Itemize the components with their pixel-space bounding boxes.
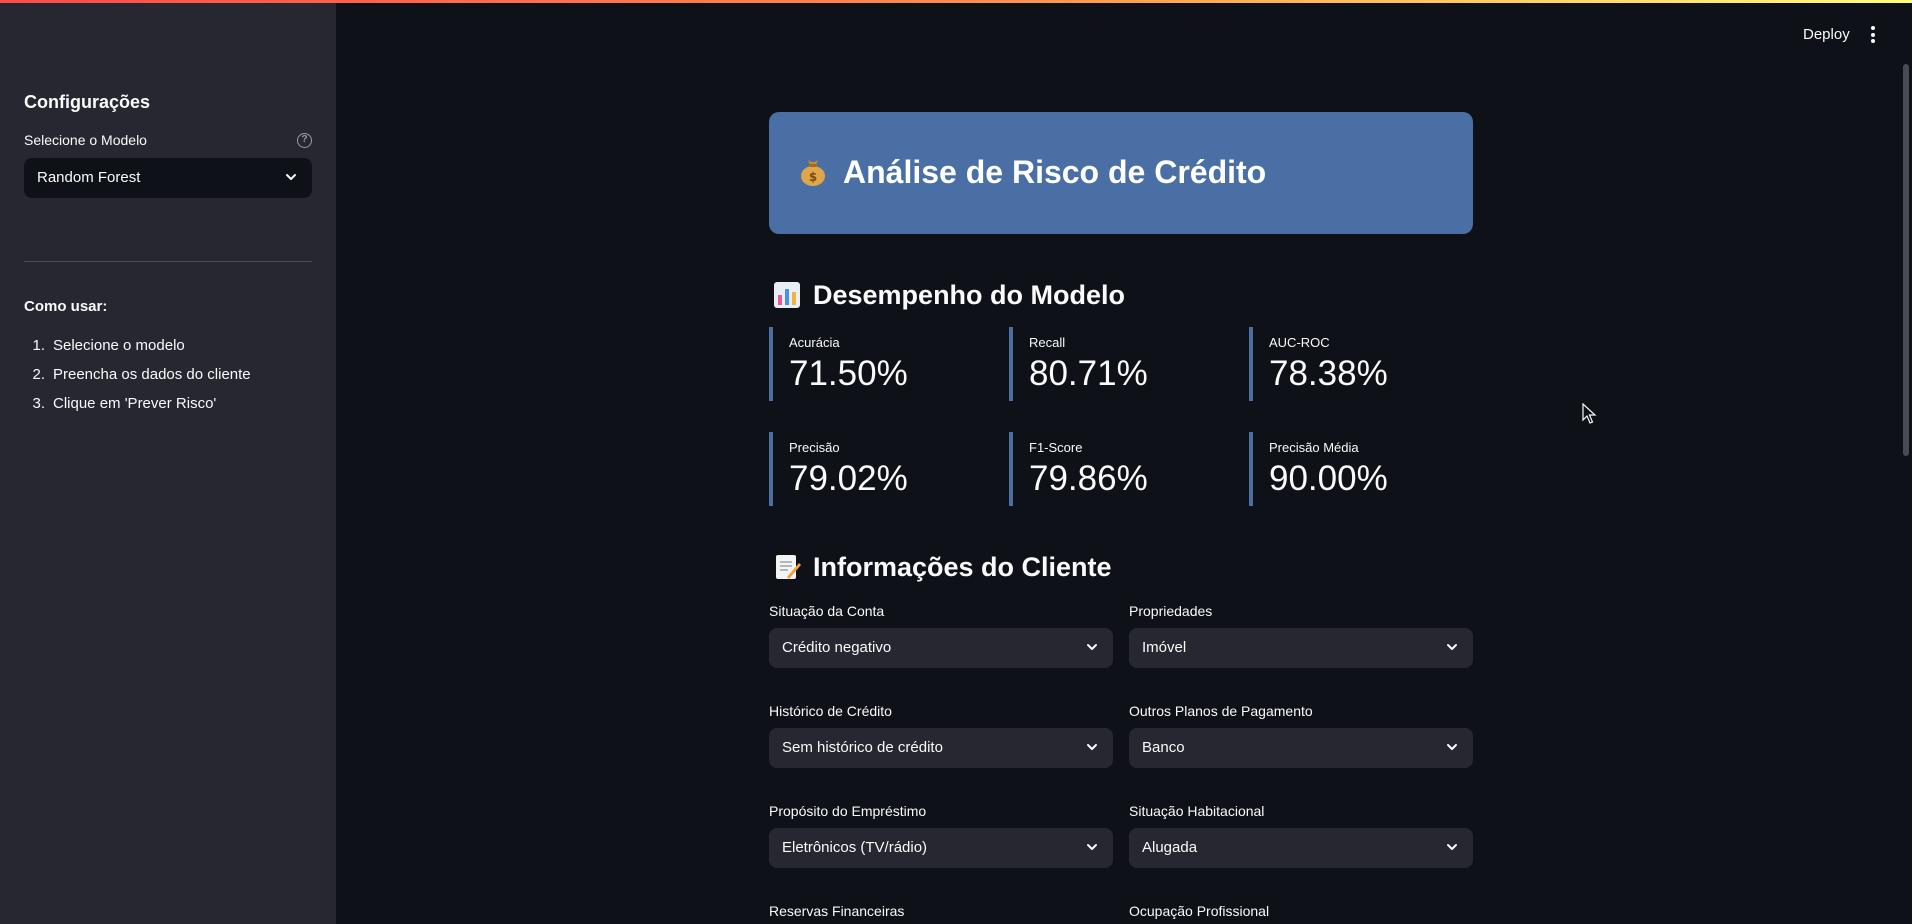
metric-precision: Precisão 79.02%	[769, 432, 989, 506]
sidebar: Configurações Selecione o Modelo ? Rando…	[0, 0, 336, 924]
metric-value: 80.71%	[1029, 354, 1148, 393]
metric-average-precision: Precisão Média 90.00%	[1249, 432, 1469, 506]
metric-label: Precisão	[789, 440, 840, 455]
metric-label: F1-Score	[1029, 440, 1083, 455]
memo-icon	[776, 555, 801, 579]
select-value: Sem histórico de crédito	[782, 739, 943, 756]
chevron-down-icon	[1087, 744, 1097, 750]
metric-value: 90.00%	[1269, 459, 1388, 498]
chevron-down-icon	[1087, 644, 1097, 650]
model-select-label: Selecione o Modelo	[24, 132, 147, 148]
chevron-down-icon	[1447, 844, 1457, 850]
select-value: Imóvel	[1142, 639, 1187, 656]
section-title: Informações do Cliente	[813, 551, 1112, 582]
step-number: 1.	[32, 337, 45, 354]
step-text: Clique em 'Prever Risco'	[53, 395, 217, 412]
chevron-down-icon	[1447, 744, 1457, 750]
select-value: Banco	[1142, 739, 1185, 756]
deploy-button[interactable]: Deploy	[1803, 26, 1850, 43]
loan-purpose-select[interactable]: Eletrônicos (TV/rádio)	[769, 828, 1113, 868]
credit-history-label: Histórico de Crédito	[769, 703, 892, 719]
metric-value: 78.38%	[1269, 354, 1388, 393]
metric-label: Precisão Média	[1269, 440, 1359, 455]
other-payment-plans-select[interactable]: Banco	[1129, 728, 1473, 768]
metric-value: 71.50%	[789, 354, 908, 393]
properties-label: Propriedades	[1129, 603, 1213, 619]
client-info-header: Informações do Cliente	[773, 550, 1112, 584]
page-title: Análise de Risco de Crédito	[843, 154, 1267, 190]
housing-select[interactable]: Alugada	[1129, 828, 1473, 868]
step-number: 3.	[32, 395, 45, 412]
metric-label: AUC-ROC	[1269, 335, 1330, 350]
account-status-select[interactable]: Crédito negativo	[769, 628, 1113, 668]
savings-label: Reservas Financeiras	[769, 903, 905, 919]
model-select-value: Random Forest	[37, 169, 141, 186]
main-menu-icon[interactable]	[1868, 26, 1878, 46]
howto-step: 2. Preencha os dados do cliente	[24, 366, 251, 395]
select-value: Eletrônicos (TV/rádio)	[782, 839, 928, 856]
select-value: Crédito negativo	[782, 639, 892, 656]
svg-text:$: $	[809, 170, 817, 184]
sidebar-divider	[24, 261, 312, 262]
help-icon[interactable]: ?	[297, 133, 312, 148]
sidebar-title: Configurações	[24, 92, 151, 112]
howto-steps: 1. Selecione o modelo 2. Preencha os dados…	[24, 337, 251, 424]
metric-accuracy: Acurácia 71.50%	[769, 327, 989, 401]
metric-recall: Recall 80.71%	[1009, 327, 1229, 401]
metric-auc-roc: AUC-ROC 78.38%	[1249, 327, 1469, 401]
metric-label: Recall	[1029, 335, 1066, 350]
top-decoration-bar	[0, 0, 1912, 3]
bar-chart-icon	[774, 282, 800, 308]
section-title: Desempenho do Modelo	[813, 279, 1126, 310]
metric-f1-score: F1-Score 79.86%	[1009, 432, 1229, 506]
money-bag-icon: $	[801, 160, 825, 186]
metric-value: 79.02%	[789, 459, 908, 498]
housing-label: Situação Habitacional	[1129, 803, 1265, 819]
model-select[interactable]: Random Forest	[24, 158, 312, 198]
howto-step: 3. Clique em 'Prever Risco'	[24, 395, 251, 424]
loan-purpose-label: Propósito do Empréstimo	[769, 803, 927, 819]
mouse-cursor-icon	[1582, 403, 1597, 424]
performance-header: Desempenho do Modelo	[773, 278, 1125, 312]
scrollbar[interactable]	[1903, 64, 1909, 456]
properties-select[interactable]: Imóvel	[1129, 628, 1473, 668]
step-text: Preencha os dados do cliente	[53, 366, 251, 383]
step-number: 2.	[32, 366, 45, 383]
chevron-down-icon	[1447, 644, 1457, 650]
credit-history-select[interactable]: Sem histórico de crédito	[769, 728, 1113, 768]
account-status-label: Situação da Conta	[769, 603, 885, 619]
step-text: Selecione o modelo	[53, 337, 185, 354]
metric-label: Acurácia	[789, 335, 840, 350]
other-payment-plans-label: Outros Planos de Pagamento	[1129, 703, 1313, 719]
howto-step: 1. Selecione o modelo	[24, 337, 251, 366]
metric-value: 79.86%	[1029, 459, 1148, 498]
howto-title: Como usar:	[24, 298, 108, 315]
chevron-down-icon	[286, 174, 296, 180]
occupation-label: Ocupação Profissional	[1129, 903, 1270, 919]
chevron-down-icon	[1087, 844, 1097, 850]
title-banner: $ Análise de Risco de Crédito	[769, 112, 1473, 234]
select-value: Alugada	[1142, 839, 1198, 856]
